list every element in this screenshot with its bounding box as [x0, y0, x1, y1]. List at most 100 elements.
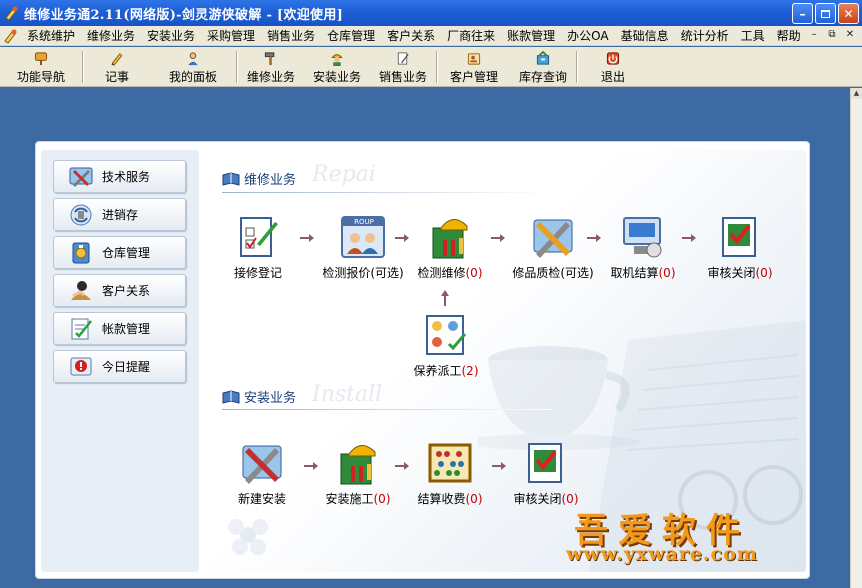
- worker-helmet-icon: [432, 219, 468, 259]
- flow-arrow-icon: [587, 234, 601, 242]
- toolbar-customer-label: 客户管理: [449, 70, 498, 84]
- repair-divider: [222, 192, 552, 193]
- flow-arrow-icon: [682, 234, 696, 242]
- scroll-up-icon[interactable]: ▲: [851, 88, 862, 99]
- worker-helmet-icon: [340, 445, 376, 485]
- minimize-button[interactable]: –: [792, 3, 813, 24]
- toolbar-notes-button[interactable]: 记事: [84, 47, 150, 85]
- clipboard-check-icon: [240, 217, 278, 257]
- step-install-settle[interactable]: 结算收费(0): [408, 440, 492, 507]
- minimize-icon: –: [799, 6, 806, 21]
- app-logo-icon: [5, 6, 18, 21]
- menu-warehouse[interactable]: 仓库管理: [321, 26, 381, 46]
- sidebar-item-reminder[interactable]: 今日提醒: [53, 350, 186, 383]
- close-button[interactable]: ✕: [838, 3, 859, 24]
- menu-accounts[interactable]: 账款管理: [501, 26, 561, 46]
- approve-check-icon: [528, 443, 562, 483]
- install-title-text: 安装业务: [244, 391, 297, 406]
- menu-system[interactable]: 系统维护: [21, 26, 81, 46]
- exchange-icon: [70, 204, 92, 225]
- menu-customer[interactable]: 客户关系: [381, 26, 441, 46]
- pencil-icon: [111, 53, 123, 66]
- svg-text:ROUP: ROUP: [354, 218, 374, 226]
- toolbar-exit-label: 退出: [600, 70, 625, 84]
- repair-title-text: 维修业务: [244, 173, 297, 188]
- step-close-label: 审核关闭(0): [707, 266, 773, 280]
- tools-cross-icon: [533, 219, 573, 258]
- warehouse-icon: [72, 242, 90, 263]
- sidebar-item-label: 今日提醒: [102, 360, 151, 374]
- step-close[interactable]: 审核关闭(0): [698, 214, 782, 281]
- handshake-icon: [71, 280, 91, 300]
- menu-bar: 系统维护 维修业务 安装业务 采购管理 销售业务 仓库管理 客户关系 厂商往来 …: [0, 26, 862, 46]
- menu-repair[interactable]: 维修业务: [81, 26, 141, 46]
- sidebar-item-accounts[interactable]: 帐款管理: [53, 312, 186, 345]
- sidebar-item-label: 帐款管理: [102, 322, 151, 336]
- step-quote[interactable]: ROUP 检测报价(可选): [308, 214, 418, 281]
- mdi-restore-icon[interactable]: ⧉: [824, 28, 840, 42]
- toolbar-nav-button[interactable]: 功能导航: [0, 47, 82, 85]
- menu-statistics[interactable]: 统计分析: [675, 26, 735, 46]
- worker-icon: [331, 54, 343, 66]
- step-install-work[interactable]: 安装施工(0): [316, 440, 400, 507]
- step-install-close[interactable]: 审核关闭(0): [504, 440, 588, 507]
- menu-tools[interactable]: 工具: [735, 26, 771, 46]
- menu-sales[interactable]: 销售业务: [261, 26, 321, 46]
- mdi-close-icon[interactable]: ✕: [842, 28, 858, 42]
- toolbar-customer-button[interactable]: 客户管理: [438, 47, 510, 85]
- watermark: 吾爱软件 www.yxware.com: [566, 503, 856, 583]
- menu-vendor[interactable]: 厂商往来: [441, 26, 501, 46]
- approve-check-icon: [722, 217, 756, 257]
- step-maintenance-label: 保养派工(2): [413, 364, 479, 378]
- hammer-icon: [264, 52, 275, 66]
- sidebar-item-label: 技术服务: [102, 170, 151, 184]
- step-new-install[interactable]: 新建安装: [220, 440, 304, 507]
- toolbar-mypanel-button[interactable]: 我的面板: [150, 47, 236, 85]
- sidebar-item-tech-service[interactable]: 技术服务: [53, 160, 186, 193]
- install-ghost-text: Install: [312, 382, 383, 407]
- step-repair-label: 检测维修(0): [417, 266, 483, 280]
- sidebar-item-customer[interactable]: 客户关系: [53, 274, 186, 307]
- sidebar-item-label: 仓库管理: [102, 246, 151, 260]
- toolbar-exit-button[interactable]: 退出: [578, 47, 648, 85]
- step-maintenance-dispatch[interactable]: 保养派工(2): [404, 312, 488, 379]
- repair-ghost-text: Repai: [312, 162, 376, 187]
- sidebar-item-inventory[interactable]: 进销存: [53, 198, 186, 231]
- abacus-icon: [428, 443, 472, 483]
- sidebar-item-label: 进销存: [102, 208, 139, 222]
- menu-basic-info[interactable]: 基础信息: [615, 26, 675, 46]
- toolbar-repair-button[interactable]: 维修业务: [238, 47, 304, 85]
- book-icon: [222, 171, 240, 186]
- toolbar-nav-label: 功能导航: [16, 70, 65, 84]
- flower-decoration: [228, 519, 268, 555]
- mdi-minimize-icon[interactable]: –: [806, 28, 822, 42]
- step-qc[interactable]: 修品质检(可选): [500, 214, 606, 281]
- window-title: 维修业务通2.11(网络版)-剑灵游侠破解 - [欢迎使用]: [24, 7, 344, 23]
- toolbar-repair-label: 维修业务: [246, 70, 295, 84]
- menu-install[interactable]: 安装业务: [141, 26, 201, 46]
- menu-office[interactable]: 办公OA: [561, 26, 614, 46]
- toolbar-mypanel-label: 我的面板: [168, 70, 217, 84]
- drawer-icon: [536, 51, 550, 65]
- step-intake-label: 接修登记: [233, 266, 282, 280]
- watermark-url: www.yxware.com: [566, 543, 758, 565]
- toolbar-stock-button[interactable]: 库存查询: [510, 47, 576, 85]
- tools-icon: [69, 167, 93, 187]
- menu-purchase[interactable]: 采购管理: [201, 26, 261, 46]
- step-new-install-label: 新建安装: [237, 492, 286, 506]
- step-intake[interactable]: 接修登记: [216, 214, 300, 281]
- toolbar-sales-label: 销售业务: [378, 70, 427, 84]
- step-repair[interactable]: 检测维修(0): [408, 214, 492, 281]
- flow-arrow-icon: [395, 234, 409, 242]
- toolbar-sales-button[interactable]: 销售业务: [370, 47, 436, 85]
- step-settle[interactable]: 取机结算(0): [601, 214, 685, 281]
- menu-app-icon[interactable]: [3, 28, 19, 44]
- sidebar-item-warehouse[interactable]: 仓库管理: [53, 236, 186, 269]
- step-quote-label: 检测报价(可选): [322, 266, 404, 280]
- tools-cross-icon: [242, 445, 282, 484]
- flow-arrow-icon: [395, 462, 409, 470]
- maximize-button[interactable]: [815, 3, 836, 24]
- maximize-icon: [821, 9, 830, 18]
- menu-help[interactable]: 帮助: [771, 26, 807, 46]
- toolbar-install-button[interactable]: 安装业务: [304, 47, 370, 85]
